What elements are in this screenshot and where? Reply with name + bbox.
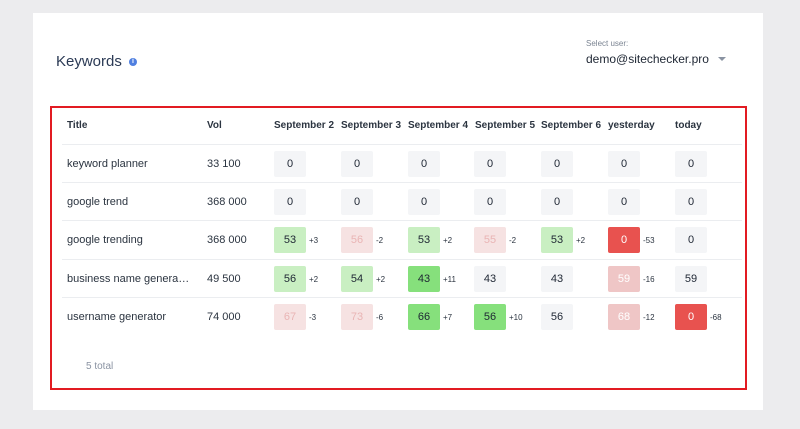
position-cell: 53	[541, 227, 573, 253]
position-cell: 43	[408, 266, 440, 292]
table-row[interactable]: google trending 368 000 53 +3 56 -2 53 +2 55 -2 53…	[62, 220, 742, 258]
keyword-volume: 33 100	[207, 158, 241, 170]
keywords-table: Title Vol September 2 September 3 Septem…	[50, 106, 747, 390]
column-header-yesterday[interactable]: yesterday	[608, 120, 655, 131]
position-cell: 55	[474, 227, 506, 253]
position-cell: 59	[608, 266, 640, 292]
position-delta: -6	[376, 313, 384, 322]
table-row[interactable]: google trend 368 000 0 0 0 0 0 0 0	[62, 182, 742, 220]
position-cell: 59	[675, 266, 707, 292]
table-row[interactable]: username generator 74 000 67 -3 73 -6 66 +7 56 +1…	[62, 297, 742, 335]
position-cell: 53	[274, 227, 306, 253]
total-count: 5 total	[86, 361, 114, 372]
column-header-date[interactable]: September 2	[274, 120, 334, 131]
position-cell: 54	[341, 266, 373, 292]
position-cell: 56	[274, 266, 306, 292]
chevron-down-icon	[717, 57, 726, 61]
position-delta: -53	[643, 236, 655, 245]
position-cell: 0	[675, 227, 707, 253]
user-select[interactable]: demo@sitechecker.pro	[586, 52, 726, 66]
position-cell: 0	[675, 189, 707, 215]
keyword-volume: 368 000	[207, 196, 247, 208]
column-header-today[interactable]: today	[675, 120, 702, 131]
keyword-title: google trend	[67, 196, 129, 208]
position-delta: +2	[309, 275, 319, 284]
position-delta: -68	[710, 313, 722, 322]
position-cell: 0	[474, 189, 506, 215]
position-delta: +2	[376, 275, 386, 284]
position-cell: 0	[608, 151, 640, 177]
position-cell: 0	[541, 151, 573, 177]
position-cell: 56	[341, 227, 373, 253]
user-select-value: demo@sitechecker.pro	[586, 52, 709, 66]
position-delta: -12	[643, 313, 655, 322]
column-header-date[interactable]: September 6	[541, 120, 601, 131]
position-cell: 0	[341, 151, 373, 177]
column-header-date[interactable]: September 4	[408, 120, 468, 131]
position-cell: 43	[474, 266, 506, 292]
select-user-label: Select user:	[586, 39, 629, 48]
position-cell: 0	[675, 304, 707, 330]
column-header-date[interactable]: September 3	[341, 120, 401, 131]
position-cell: 0	[341, 189, 373, 215]
keywords-card: Keywords i Select user: demo@sitechecker…	[33, 13, 763, 410]
position-delta: +7	[443, 313, 453, 322]
keyword-title: google trending	[67, 234, 143, 246]
keyword-title: username generator	[67, 311, 167, 323]
position-cell: 56	[474, 304, 506, 330]
column-header-date[interactable]: September 5	[475, 120, 535, 131]
position-delta: -2	[376, 236, 384, 245]
position-cell: 73	[341, 304, 373, 330]
position-delta: +3	[309, 236, 319, 245]
position-cell: 68	[608, 304, 640, 330]
page-title: Keywords	[56, 53, 122, 70]
table-row[interactable]: business name generator 49 500 56 +2 54 +2 43 +…	[62, 259, 742, 297]
keyword-volume: 49 500	[207, 273, 241, 285]
position-cell: 0	[408, 189, 440, 215]
position-delta: +11	[443, 275, 456, 284]
position-cell: 53	[408, 227, 440, 253]
column-header-title[interactable]: Title	[67, 120, 87, 131]
position-delta: -2	[509, 236, 517, 245]
position-cell: 0	[274, 189, 306, 215]
position-cell: 0	[408, 151, 440, 177]
position-delta: +2	[443, 236, 453, 245]
position-cell: 67	[274, 304, 306, 330]
position-cell: 0	[675, 151, 707, 177]
position-delta: -16	[643, 275, 655, 284]
info-icon[interactable]: i	[129, 58, 137, 66]
position-cell: 0	[608, 227, 640, 253]
position-cell: 66	[408, 304, 440, 330]
keyword-volume: 74 000	[207, 311, 241, 323]
position-cell: 43	[541, 266, 573, 292]
position-cell: 0	[274, 151, 306, 177]
keyword-title: business name generator	[67, 273, 191, 285]
position-cell: 0	[541, 189, 573, 215]
position-cell: 0	[608, 189, 640, 215]
keyword-volume: 368 000	[207, 234, 247, 246]
position-delta: +2	[576, 236, 586, 245]
column-header-vol[interactable]: Vol	[207, 120, 222, 131]
position-delta: -3	[309, 313, 317, 322]
position-delta: +10	[509, 313, 523, 322]
keyword-title: keyword planner	[67, 158, 148, 170]
position-cell: 56	[541, 304, 573, 330]
position-cell: 0	[474, 151, 506, 177]
table-row[interactable]: keyword planner 33 100 0 0 0 0 0 0 0	[62, 144, 742, 182]
